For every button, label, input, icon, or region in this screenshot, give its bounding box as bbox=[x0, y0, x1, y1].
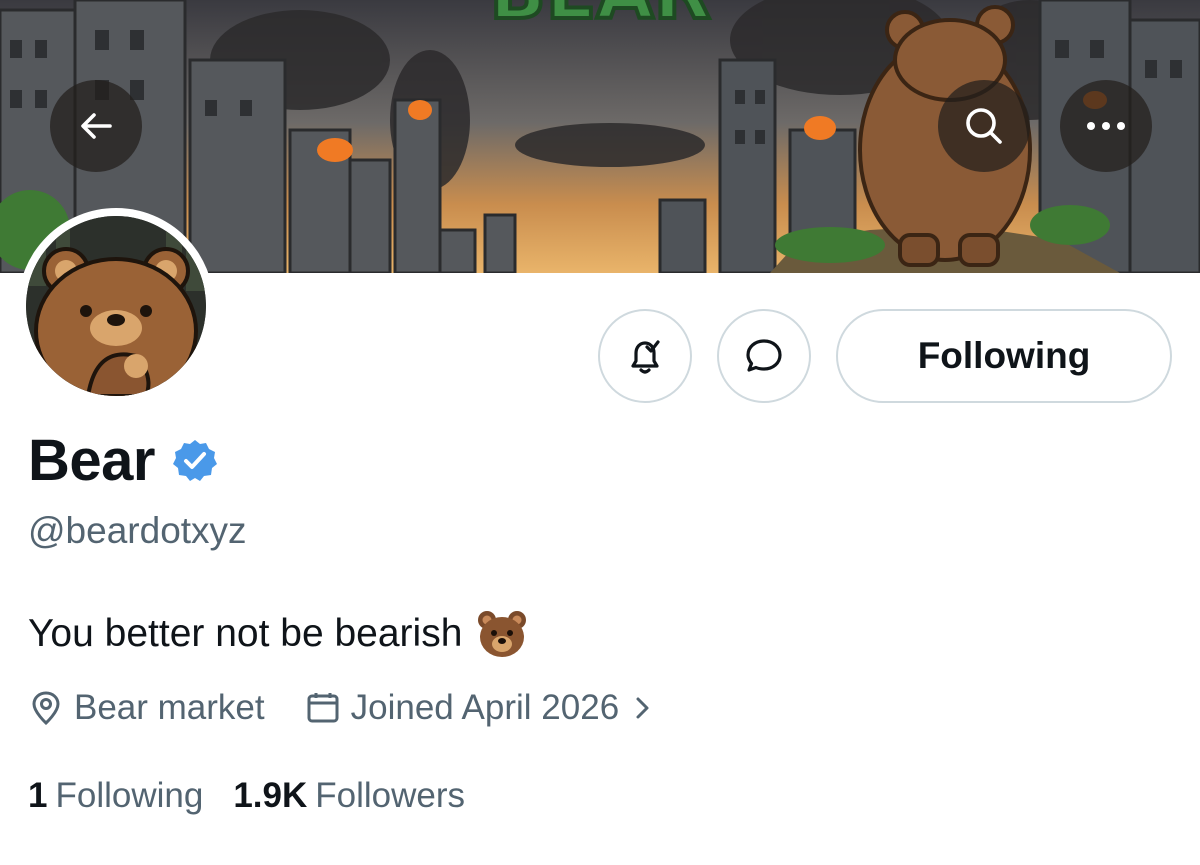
following-count-link[interactable]: 1 Following bbox=[28, 776, 203, 816]
followers-count: 1.9K bbox=[233, 776, 308, 815]
joined-date-text: Joined April 2026 bbox=[350, 688, 620, 727]
message-bubble-icon bbox=[746, 339, 782, 372]
back-button[interactable] bbox=[50, 80, 142, 172]
user-handle: @beardotxyz bbox=[28, 510, 247, 551]
following-count: 1 bbox=[28, 776, 48, 815]
arrow-left-icon bbox=[81, 113, 112, 139]
bio-text: You better not be bearish bbox=[28, 612, 463, 655]
bear-face-emoji bbox=[478, 611, 527, 657]
notifications-button[interactable] bbox=[598, 309, 692, 403]
chevron-right-icon bbox=[636, 697, 649, 719]
profile-stats-row: 1 Following 1.9K Followers bbox=[28, 776, 465, 816]
bear-avatar-image bbox=[26, 216, 206, 396]
profile-meta-row: Bear market Joined April 2026 bbox=[28, 688, 663, 728]
following-button[interactable]: Following bbox=[836, 309, 1172, 403]
location-text: Bear market bbox=[74, 688, 265, 727]
profile-avatar[interactable] bbox=[18, 208, 214, 404]
search-icon bbox=[966, 108, 1002, 144]
joined-date-item[interactable]: Joined April 2026 bbox=[305, 688, 664, 728]
bell-check-icon bbox=[631, 340, 660, 374]
followers-count-link[interactable]: 1.9K Followers bbox=[233, 776, 465, 816]
profile-bio: You better not be bearish bbox=[28, 608, 528, 660]
verified-badge-icon[interactable] bbox=[171, 437, 219, 485]
location-pin-icon bbox=[32, 691, 60, 726]
banner-title-text: BEAR bbox=[489, 0, 710, 36]
search-button[interactable] bbox=[938, 80, 1030, 172]
more-dots-icon bbox=[1087, 122, 1125, 130]
more-options-button[interactable] bbox=[1060, 80, 1152, 172]
message-button[interactable] bbox=[717, 309, 811, 403]
display-name: Bear bbox=[28, 428, 155, 493]
followers-label: Followers bbox=[315, 776, 466, 815]
profile-name-row: Bear bbox=[28, 428, 219, 494]
following-label: Following bbox=[55, 776, 204, 815]
location-item: Bear market bbox=[28, 688, 265, 728]
calendar-icon bbox=[307, 693, 339, 723]
